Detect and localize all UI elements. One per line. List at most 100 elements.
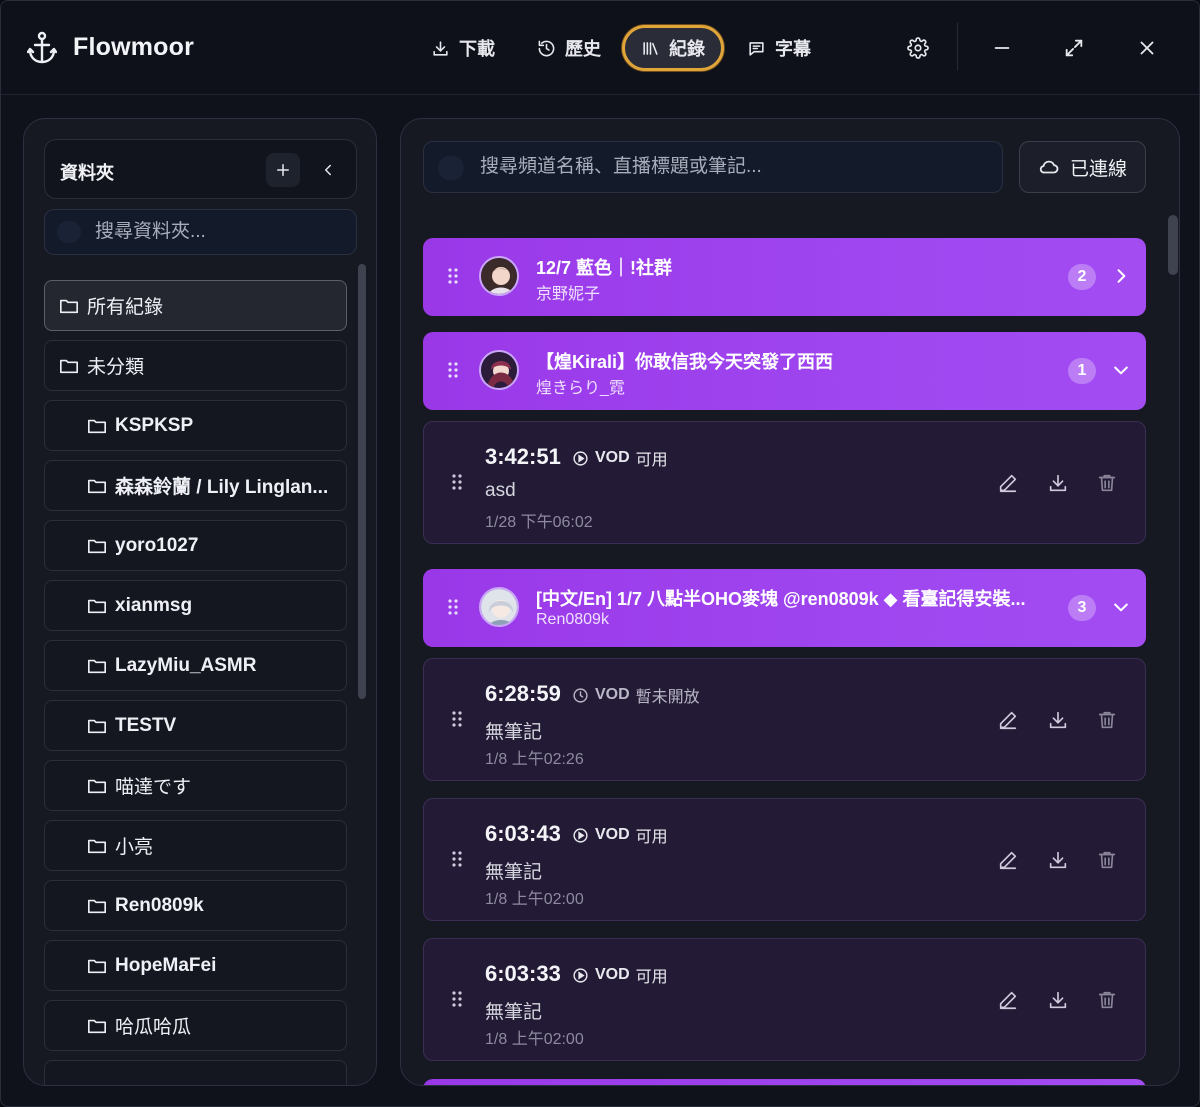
- stream-group[interactable]: [中文/En] 1/7 八點半OHO麥塊 @ren0809k ◆ 看臺記得安裝.…: [423, 569, 1146, 647]
- delete-button[interactable]: [1094, 847, 1120, 873]
- minimize-icon: [994, 47, 1010, 49]
- folder-icon: [88, 1019, 106, 1033]
- minimize-button[interactable]: [987, 33, 1017, 63]
- delete-button[interactable]: [1094, 707, 1120, 733]
- tab-download[interactable]: 下載: [413, 25, 513, 71]
- close-button[interactable]: [1132, 33, 1162, 63]
- stream-title: 【煌Kirali】你敢信我今天突發了西西: [536, 352, 834, 372]
- tab-subtitles[interactable]: 字幕: [729, 25, 829, 71]
- drag-handle-icon[interactable]: [452, 474, 462, 490]
- vod-status-text: 可用: [635, 829, 668, 846]
- record-item: 3:42:51 VOD 可用 asd 1/28 下午06:02: [423, 421, 1146, 544]
- edit-button[interactable]: [995, 847, 1021, 873]
- tab-records[interactable]: 紀錄: [622, 25, 724, 71]
- record-timestamp: 6:28:59: [485, 681, 561, 706]
- chevron-down-icon[interactable]: [1111, 597, 1131, 617]
- drag-handle-icon[interactable]: [452, 991, 462, 1007]
- records-scrollbar[interactable]: [1168, 215, 1178, 275]
- stream-group[interactable]: [423, 1079, 1146, 1085]
- trash-icon: [1098, 474, 1116, 492]
- edit-button[interactable]: [995, 987, 1021, 1013]
- folder-item[interactable]: TESTV: [44, 700, 347, 751]
- vod-status: VOD 暫未開放: [572, 683, 700, 707]
- folder-item[interactable]: yoro1027: [44, 520, 347, 571]
- folder-item[interactable]: 森森鈴蘭 / Lily Linglan...: [44, 460, 347, 511]
- download-button[interactable]: [1045, 847, 1071, 873]
- download-button[interactable]: [1045, 707, 1071, 733]
- edit-button[interactable]: [995, 470, 1021, 496]
- anchor-logo-icon: [27, 31, 57, 64]
- app-window: Flowmoor 下載 歷史 紀錄 字幕 資料夾 搜尋資料夾... 所有紀錄 未…: [0, 0, 1200, 1107]
- sidebar-scrollbar[interactable]: [358, 264, 366, 699]
- folder-item[interactable]: HopeMaFei: [44, 940, 347, 991]
- collapse-sidebar-button[interactable]: [311, 153, 345, 187]
- folder-icon: [88, 419, 106, 433]
- history-icon: [538, 40, 555, 56]
- delete-button[interactable]: [1094, 987, 1120, 1013]
- chevron-down-icon[interactable]: [1111, 360, 1131, 380]
- folder-item[interactable]: xianmsg: [44, 580, 347, 631]
- folder-label: 小亮: [115, 837, 154, 858]
- app-name: Flowmoor: [73, 33, 195, 61]
- play-circle-icon: [573, 967, 588, 983]
- chevron-right-icon[interactable]: [1111, 266, 1131, 286]
- record-note: 無筆記: [485, 862, 543, 883]
- download-icon: [1049, 991, 1067, 1009]
- delete-button[interactable]: [1094, 470, 1120, 496]
- download-icon: [1049, 851, 1067, 869]
- subtitles-icon: [749, 41, 764, 56]
- tab-records-label: 紀錄: [669, 39, 705, 59]
- edit-button[interactable]: [995, 707, 1021, 733]
- record-note: 無筆記: [485, 722, 543, 743]
- tab-history[interactable]: 歷史: [519, 25, 619, 71]
- folder-search-input[interactable]: [95, 210, 345, 254]
- folder-item[interactable]: 喵達です: [44, 760, 347, 811]
- record-timestamp: 3:42:51: [485, 444, 561, 469]
- settings-button[interactable]: [903, 33, 933, 63]
- stream-group[interactable]: 12/7 藍色｜!社群 京野妮子 2: [423, 238, 1146, 316]
- records-panel: 已連線 12/7 藍色｜!社群 京野妮子 2 【煌Kirali】你敢信我今天突發…: [400, 118, 1180, 1086]
- folder-label: LazyMiu_ASMR: [115, 654, 257, 676]
- folder-icon: [88, 959, 106, 973]
- maximize-button[interactable]: [1059, 33, 1089, 63]
- add-folder-button[interactable]: [266, 153, 300, 187]
- tab-subtitles-label: 字幕: [775, 39, 811, 59]
- folder-label: 所有紀錄: [87, 297, 164, 318]
- stream-group[interactable]: 【煌Kirali】你敢信我今天突發了西西 煌きらり_霓 1: [423, 332, 1146, 410]
- folder-item[interactable]: 未分類: [44, 340, 347, 391]
- expand-icon: [1065, 39, 1083, 57]
- drag-handle-icon[interactable]: [448, 599, 458, 615]
- plus-icon: [277, 164, 289, 176]
- record-item: 6:03:33 VOD 可用 無筆記 1/8 上午02:00: [423, 938, 1146, 1061]
- folder-item[interactable]: KSPKSP: [44, 400, 347, 451]
- records-search-input[interactable]: [480, 142, 990, 192]
- folder-item[interactable]: 小亮: [44, 820, 347, 871]
- vod-label: VOD: [595, 826, 630, 843]
- drag-handle-icon[interactable]: [452, 851, 462, 867]
- download-button[interactable]: [1045, 987, 1071, 1013]
- record-note: asd: [485, 480, 516, 501]
- tab-download-label: 下載: [459, 39, 495, 59]
- folder-icon: [88, 539, 106, 553]
- vod-label: VOD: [595, 686, 630, 703]
- folder-item[interactable]: 所有紀錄: [44, 280, 347, 331]
- folder-item[interactable]: LazyMiu_ASMR: [44, 640, 347, 691]
- play-circle-icon: [573, 827, 588, 843]
- record-note: 無筆記: [485, 1002, 543, 1023]
- drag-handle-icon[interactable]: [448, 268, 458, 284]
- record-count-badge: 3: [1068, 595, 1096, 621]
- folder-item[interactable]: Ren0809k: [44, 880, 347, 931]
- record-date: 1/28 下午06:02: [485, 514, 593, 531]
- folder-item[interactable]: 哈瓜哈瓜: [44, 1000, 347, 1051]
- gear-icon: [907, 37, 929, 59]
- download-button[interactable]: [1045, 470, 1071, 496]
- stream-title: [中文/En] 1/7 八點半OHO麥塊 @ren0809k ◆ 看臺記得安裝.…: [536, 589, 1026, 609]
- connection-status-button[interactable]: 已連線: [1019, 141, 1146, 193]
- record-date: 1/8 上午02:00: [485, 1031, 584, 1048]
- folder-item[interactable]: [44, 1060, 347, 1085]
- channel-name: Ren0809k: [536, 611, 609, 628]
- drag-handle-icon[interactable]: [452, 711, 462, 727]
- library-icon: [643, 41, 658, 55]
- drag-handle-icon[interactable]: [448, 362, 458, 378]
- record-item: 6:03:43 VOD 可用 無筆記 1/8 上午02:00: [423, 798, 1146, 921]
